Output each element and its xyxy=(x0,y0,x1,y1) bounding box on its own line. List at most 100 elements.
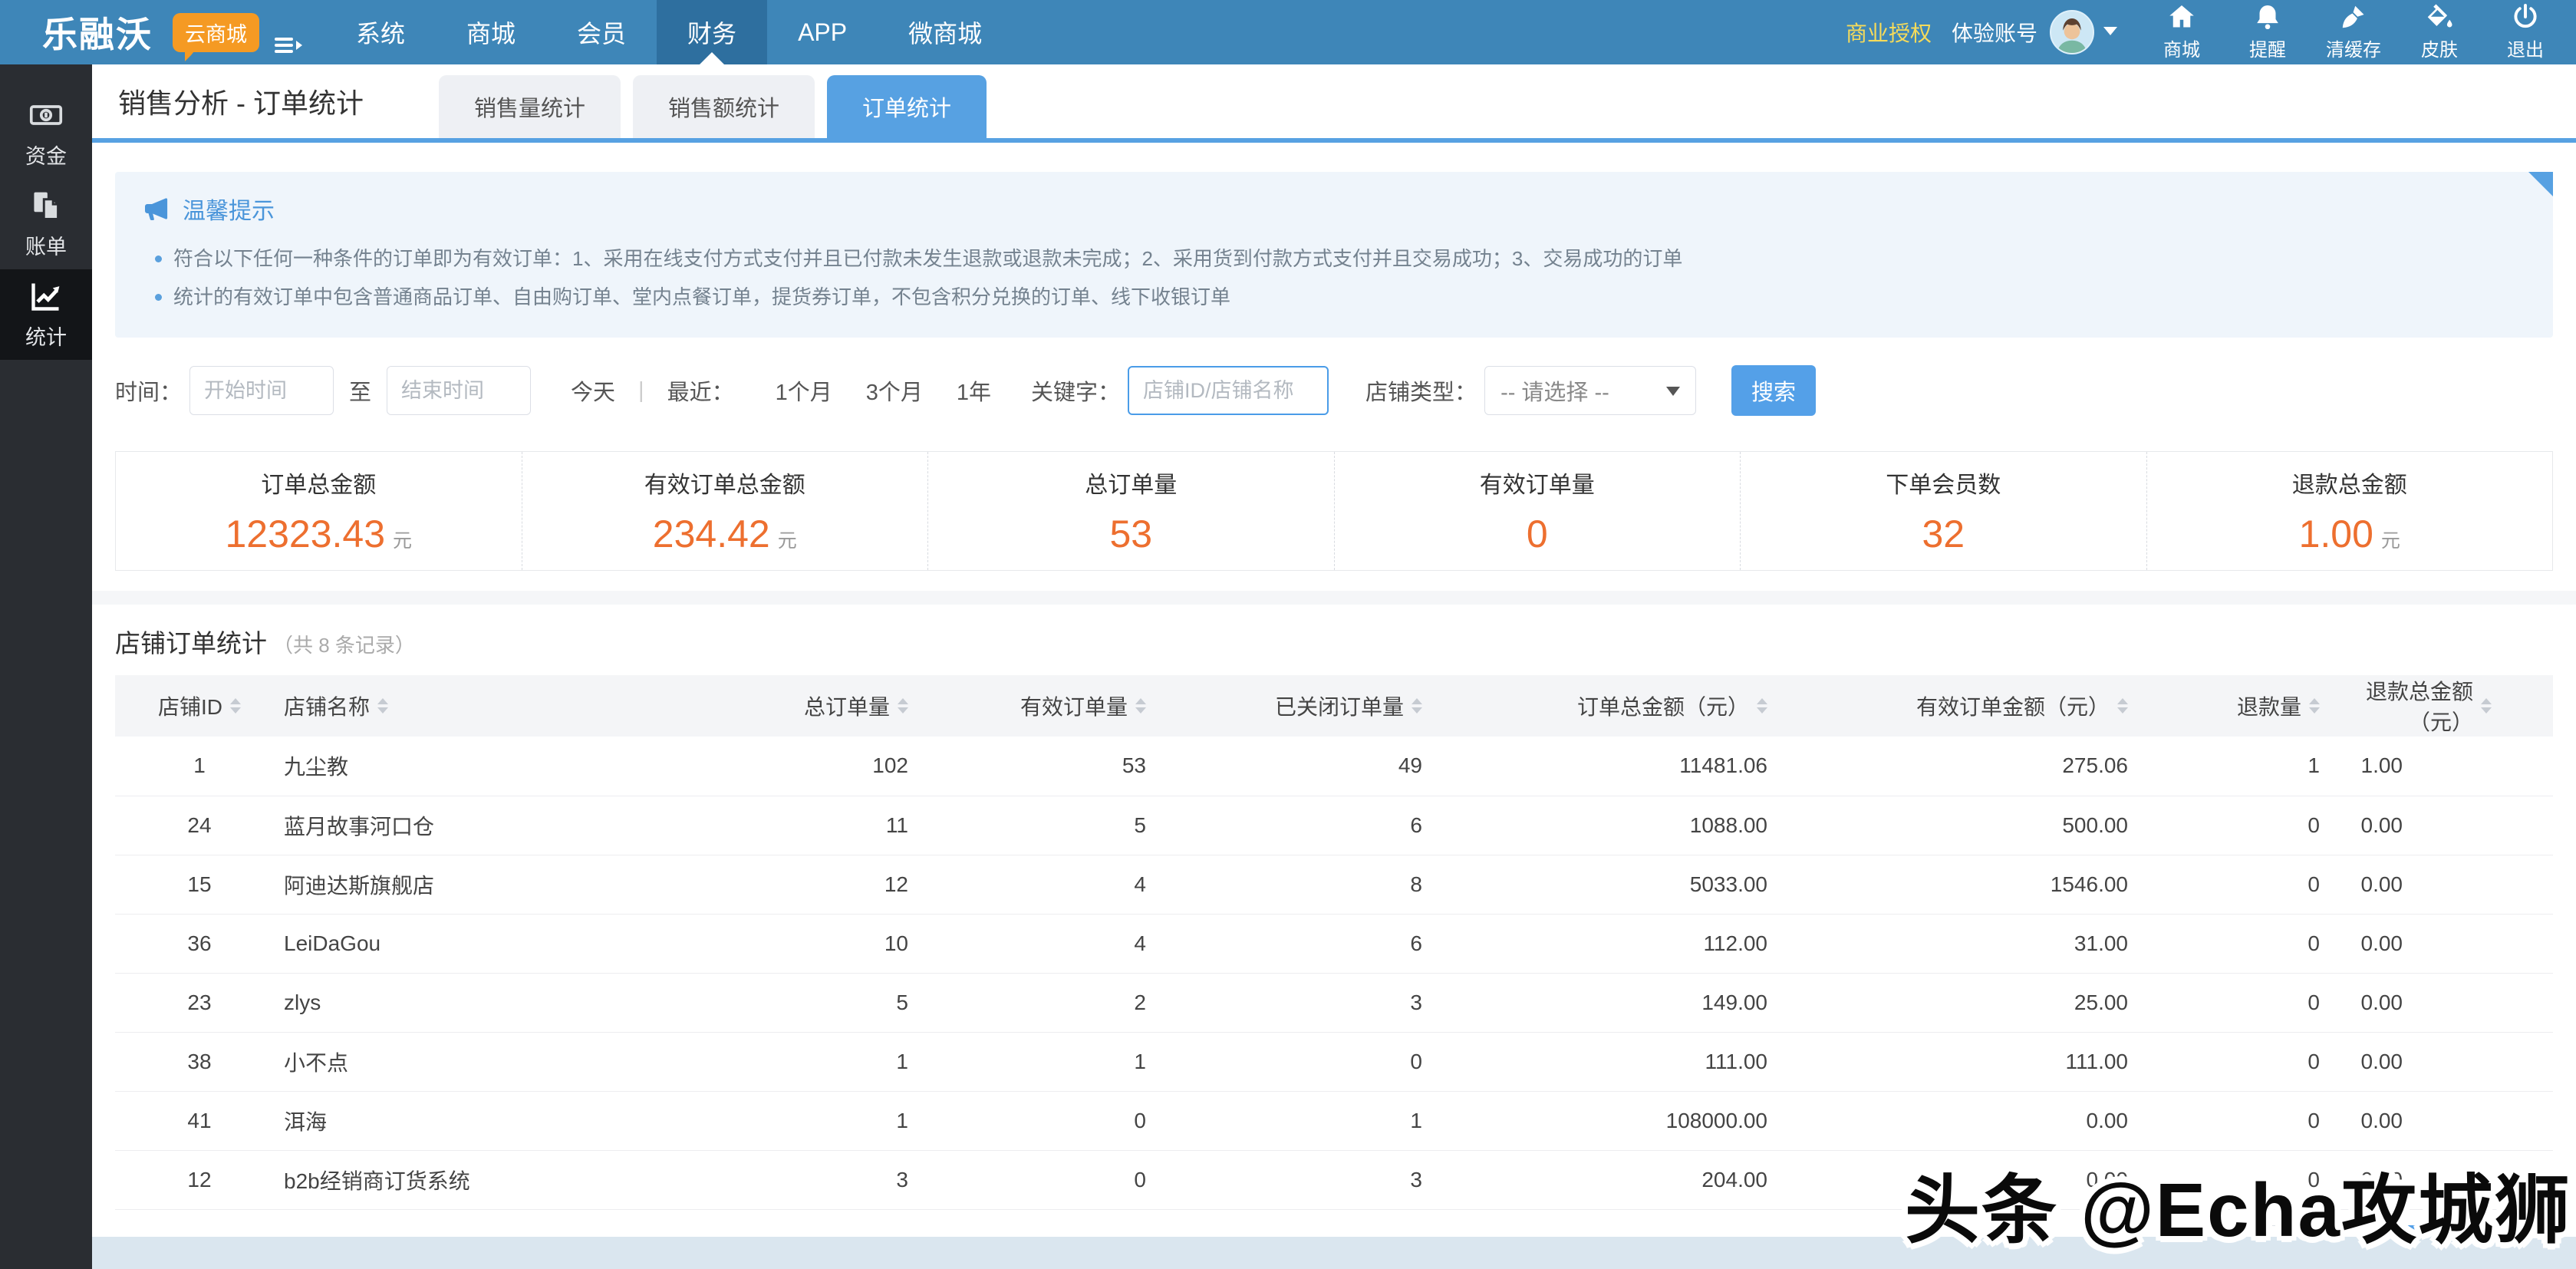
sort-desc-icon xyxy=(377,707,388,714)
table-cell: 0 xyxy=(2163,914,2355,973)
sort-icon[interactable] xyxy=(2117,698,2128,714)
column-header[interactable]: 已关闭订单量 xyxy=(1181,675,1458,737)
power-icon xyxy=(2512,3,2539,31)
table-cell: 53 xyxy=(944,737,1181,796)
table-cell: zlys xyxy=(284,973,713,1032)
topbar-action-power[interactable]: 退出 xyxy=(2482,3,2568,61)
sidebar-item-label: 统计 xyxy=(25,321,67,351)
sort-desc-icon xyxy=(2117,707,2128,714)
tab[interactable]: 销售额统计 xyxy=(633,75,815,138)
account-name[interactable]: 体验账号 xyxy=(1952,17,2037,48)
stat-card: 退款总金额1.00元 xyxy=(2147,452,2553,570)
table-cell: 0 xyxy=(2163,973,2355,1032)
sort-desc-icon xyxy=(2481,707,2492,714)
brand-badge: 云商城 xyxy=(173,13,259,52)
topbar-menu-item[interactable]: 商城 xyxy=(436,0,546,64)
sort-icon[interactable] xyxy=(230,698,241,714)
sidebar-item-money[interactable]: 资金 xyxy=(0,88,92,179)
notice-panel: 温馨提示 符合以下任何一种条件的订单即为有效订单：1、采用在线支付方式支付并且已… xyxy=(115,172,2553,338)
table-cell: 41 xyxy=(115,1091,284,1150)
sidebar-item-bill[interactable]: 账单 xyxy=(0,179,92,269)
broom-icon xyxy=(2340,3,2367,31)
end-time-input[interactable] xyxy=(387,366,531,415)
table-cell: 0.00 xyxy=(1803,1091,2163,1150)
table-cell: 0 xyxy=(2163,1032,2355,1091)
topbar-menu-item[interactable]: 财务 xyxy=(657,0,767,64)
table-cell: 6 xyxy=(1181,796,1458,855)
topbar-menu-item[interactable]: 系统 xyxy=(325,0,436,64)
table-cell: 25.00 xyxy=(1803,973,2163,1032)
table-cell: 5033.00 xyxy=(1458,855,1803,914)
sort-icon[interactable] xyxy=(898,698,908,714)
table-cell: 31.00 xyxy=(1803,914,2163,973)
stat-label: 订单总金额 xyxy=(261,466,376,499)
account-caret-icon[interactable] xyxy=(2103,27,2117,42)
table-row: 12b2b经销商订货系统303204.000.0000.00 xyxy=(115,1150,2553,1209)
table-cell: 108000.00 xyxy=(1458,1091,1803,1150)
topbar-menu-item[interactable]: APP xyxy=(767,0,878,64)
table-cell: 1546.00 xyxy=(1803,855,2163,914)
sidebar-item-label: 账单 xyxy=(25,230,67,260)
record-count: （共 8 条记录） xyxy=(273,630,415,658)
table-cell: 111.00 xyxy=(1458,1032,1803,1091)
range-link[interactable]: 3个月 xyxy=(866,374,923,407)
orders-table: 店铺ID店铺名称 总订单量 有效订单量 已关闭订单量订单总金额（元）有效订单金额（元）… xyxy=(115,675,2553,1210)
range-today-link[interactable]: 今天 xyxy=(571,374,615,407)
column-header[interactable]: 有效订单金额（元） xyxy=(1803,675,2163,737)
column-header-label: 有效订单量 xyxy=(1020,691,1128,721)
topbar-action-label: 提醒 xyxy=(2249,35,2286,61)
stat-value: 0 xyxy=(1527,512,1548,556)
topbar-actions: 商城提醒清缓存皮肤退出 xyxy=(2139,3,2568,61)
column-header[interactable]: 退款量 xyxy=(2163,675,2355,737)
license-link[interactable]: 商业授权 xyxy=(1846,17,1932,48)
column-header[interactable]: 订单总金额（元） xyxy=(1458,675,1803,737)
topbar-action-bell[interactable]: 提醒 xyxy=(2225,3,2311,61)
table-cell: 0.00 xyxy=(2355,973,2553,1032)
column-header[interactable]: 店铺ID xyxy=(115,675,284,737)
keyword-input[interactable] xyxy=(1128,366,1329,415)
column-header[interactable]: 总订单量 xyxy=(713,675,944,737)
table-cell: 1088.00 xyxy=(1458,796,1803,855)
column-header[interactable]: 店铺名称 xyxy=(284,675,713,737)
table-cell: 23 xyxy=(115,973,284,1032)
start-time-input[interactable] xyxy=(189,366,334,415)
topbar-action-home[interactable]: 商城 xyxy=(2139,3,2225,61)
topbar-menu-item[interactable]: 微商城 xyxy=(878,0,1013,64)
sort-asc-icon xyxy=(898,698,908,704)
stat-card: 有效订单总金额234.42元 xyxy=(522,452,929,570)
sort-icon[interactable] xyxy=(2481,698,2492,714)
table-cell: 4 xyxy=(944,914,1181,973)
sort-icon[interactable] xyxy=(2309,698,2320,714)
range-link[interactable]: 1个月 xyxy=(776,374,832,407)
sort-desc-icon xyxy=(1135,707,1146,714)
tab[interactable]: 销售量统计 xyxy=(439,75,621,138)
column-header[interactable]: 有效订单量 xyxy=(944,675,1181,737)
range-link[interactable]: 1年 xyxy=(957,374,991,407)
table-cell: 15 xyxy=(115,855,284,914)
table-cell: 1 xyxy=(713,1032,944,1091)
sort-icon[interactable] xyxy=(377,698,388,714)
table-cell: 12 xyxy=(713,855,944,914)
avatar-image xyxy=(2051,12,2093,53)
topbar-action-skin[interactable]: 皮肤 xyxy=(2396,3,2482,61)
search-button[interactable]: 搜索 xyxy=(1731,365,1816,416)
sort-icon[interactable] xyxy=(1412,698,1422,714)
sidebar-item-stats[interactable]: 统计 xyxy=(0,269,92,360)
avatar[interactable] xyxy=(2050,10,2094,54)
shop-type-select[interactable]: -- 请选择 -- xyxy=(1484,366,1696,415)
money-icon xyxy=(29,98,63,132)
menu-collapse-icon[interactable] xyxy=(275,38,307,53)
tab[interactable]: 订单统计 xyxy=(827,75,987,138)
column-header[interactable]: 退款总金额（元） xyxy=(2355,675,2553,737)
table-cell: 149.00 xyxy=(1458,973,1803,1032)
sort-icon[interactable] xyxy=(1135,698,1146,714)
topbar-action-broom[interactable]: 清缓存 xyxy=(2311,3,2396,61)
column-header-label: 店铺名称 xyxy=(284,691,370,721)
tabs: 销售量统计销售额统计订单统计 xyxy=(439,75,987,138)
topbar: 乐融沃 云商城 系统商城会员财务APP微商城 商业授权 体验账号 商城提醒清缓存… xyxy=(0,0,2576,64)
notice-item: 符合以下任何一种条件的订单即为有效订单：1、采用在线支付方式支付并且已付款未发生… xyxy=(150,239,2525,278)
topbar-menu-item[interactable]: 会员 xyxy=(546,0,657,64)
sort-icon[interactable] xyxy=(1757,698,1767,714)
brand: 乐融沃 云商城 xyxy=(0,0,307,64)
page-title: 销售分析 - 订单统计 xyxy=(118,81,364,121)
